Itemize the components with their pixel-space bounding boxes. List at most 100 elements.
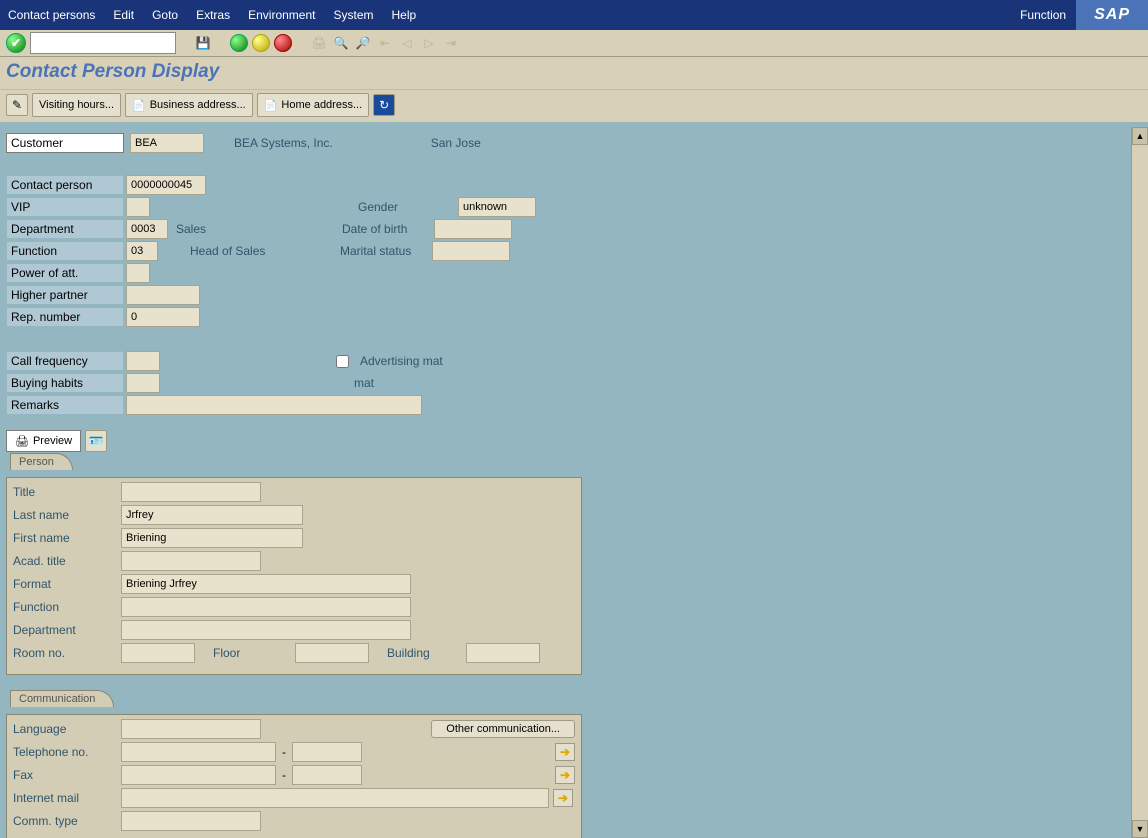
menu-bar: Contact persons Edit Goto Extras Environ… xyxy=(0,0,1148,30)
menu-contact-persons[interactable]: Contact persons xyxy=(8,8,95,22)
person-department-label: Department xyxy=(13,623,121,637)
change-icon[interactable]: ✎ xyxy=(6,94,28,116)
business-card-icon[interactable]: 🪪 xyxy=(85,430,107,452)
home-address-button[interactable]: 📄Home address... xyxy=(257,93,369,117)
menu-system[interactable]: System xyxy=(333,8,373,22)
menu-help[interactable]: Help xyxy=(392,8,417,22)
fax-label: Fax xyxy=(13,768,121,782)
save-icon[interactable]: 💾 xyxy=(194,34,212,52)
person-function-field[interactable] xyxy=(121,597,411,617)
preview-button[interactable]: 🖨Preview xyxy=(6,430,81,452)
vertical-scrollbar[interactable]: ▲ ▼ xyxy=(1131,127,1148,838)
telephone-field[interactable] xyxy=(121,742,276,762)
scroll-up-icon[interactable]: ▲ xyxy=(1132,127,1148,145)
acad-title-label: Acad. title xyxy=(13,554,121,568)
last-page-icon[interactable]: ⇥ xyxy=(442,34,460,52)
menu-edit[interactable]: Edit xyxy=(113,8,134,22)
person-department-field[interactable] xyxy=(121,620,411,640)
comm-type-label: Comm. type xyxy=(13,814,121,828)
fax-more-button[interactable]: ➔ xyxy=(555,766,575,784)
first-page-icon[interactable]: ⇤ xyxy=(376,34,394,52)
format-field[interactable]: Briening Jrfrey xyxy=(121,574,411,594)
arrow-right-icon: ➔ xyxy=(560,768,570,782)
gender-field[interactable]: unknown xyxy=(458,197,536,217)
communication-tab[interactable]: Communication xyxy=(10,690,114,707)
menu-extras[interactable]: Extras xyxy=(196,8,230,22)
floor-field[interactable] xyxy=(295,643,369,663)
menu-goto[interactable]: Goto xyxy=(152,8,178,22)
format-label: Format xyxy=(13,577,121,591)
prev-page-icon[interactable]: ◁ xyxy=(398,34,416,52)
first-name-label: First name xyxy=(13,531,121,545)
find-icon[interactable]: 🔍 xyxy=(332,34,350,52)
telephone-ext-field[interactable] xyxy=(292,742,362,762)
person-tab[interactable]: Person xyxy=(10,453,73,470)
remarks-field[interactable] xyxy=(126,395,422,415)
business-address-button[interactable]: 📄Business address... xyxy=(125,93,253,117)
vip-field[interactable] xyxy=(126,197,150,217)
poa-field[interactable] xyxy=(126,263,150,283)
menu-environment[interactable]: Environment xyxy=(248,8,315,22)
mail-more-button[interactable]: ➔ xyxy=(553,789,573,807)
title-field[interactable] xyxy=(121,482,261,502)
first-name-field[interactable]: Briening xyxy=(121,528,303,548)
rep-number-field[interactable]: 0 xyxy=(126,307,200,327)
enter-button[interactable]: ✔ xyxy=(6,33,26,53)
floor-label: Floor xyxy=(205,646,261,660)
arrow-right-icon: ➔ xyxy=(560,745,570,759)
contact-person-label: Contact person xyxy=(6,175,124,195)
find-next-icon[interactable]: 🔎 xyxy=(354,34,372,52)
refresh-icon[interactable]: ↻ xyxy=(373,94,395,116)
dash: - xyxy=(282,745,286,759)
person-group: Title Last nameJrfrey First nameBriening… xyxy=(6,477,582,675)
other-communication-button[interactable]: Other communication... xyxy=(431,720,575,738)
call-frequency-field[interactable] xyxy=(126,351,160,371)
company-name: BEA Systems, Inc. xyxy=(226,136,333,150)
buying-habits-field[interactable] xyxy=(126,373,160,393)
content-area: Customer BEA BEA Systems, Inc. San Jose … xyxy=(0,122,1148,838)
building-field[interactable] xyxy=(466,643,540,663)
next-page-icon[interactable]: ▷ xyxy=(420,34,438,52)
department-text: Sales xyxy=(168,222,206,236)
back-button[interactable] xyxy=(230,34,248,52)
standard-toolbar: ✔ 💾 🖨 🔍 🔎 ⇤ ◁ ▷ ⇥ xyxy=(0,30,1148,57)
customer-label: Customer xyxy=(6,133,124,153)
customer-field[interactable]: BEA xyxy=(130,133,204,153)
function-label: Function xyxy=(6,241,124,261)
function-field[interactable]: 03 xyxy=(126,241,158,261)
telephone-label: Telephone no. xyxy=(13,745,121,759)
person-function-label: Function xyxy=(13,600,121,614)
dash: - xyxy=(282,768,286,782)
contact-person-field[interactable]: 0000000045 xyxy=(126,175,206,195)
department-field[interactable]: 0003 xyxy=(126,219,168,239)
internet-mail-field[interactable] xyxy=(121,788,549,808)
language-field[interactable] xyxy=(121,719,261,739)
menu-function[interactable]: Function xyxy=(1020,8,1066,22)
acad-title-field[interactable] xyxy=(121,551,261,571)
scroll-down-icon[interactable]: ▼ xyxy=(1132,820,1148,838)
fax-ext-field[interactable] xyxy=(292,765,362,785)
higher-partner-label: Higher partner xyxy=(6,285,124,305)
page-title: Contact Person Display xyxy=(0,57,1148,89)
vip-label: VIP xyxy=(6,197,124,217)
buying-habits-label: Buying habits xyxy=(6,373,124,393)
higher-partner-field[interactable] xyxy=(126,285,200,305)
advertising-checkbox[interactable] xyxy=(336,355,349,368)
visiting-hours-button[interactable]: Visiting hours... xyxy=(32,93,121,117)
dob-field[interactable] xyxy=(434,219,512,239)
fax-field[interactable] xyxy=(121,765,276,785)
marital-field[interactable] xyxy=(432,241,510,261)
room-field[interactable] xyxy=(121,643,195,663)
telephone-more-button[interactable]: ➔ xyxy=(555,743,575,761)
room-label: Room no. xyxy=(13,646,121,660)
last-name-field[interactable]: Jrfrey xyxy=(121,505,303,525)
comm-type-field[interactable] xyxy=(121,811,261,831)
department-label: Department xyxy=(6,219,124,239)
command-field[interactable] xyxy=(30,32,176,54)
dob-label: Date of birth xyxy=(334,222,442,236)
print-icon[interactable]: 🖨 xyxy=(310,34,328,52)
exit-button[interactable] xyxy=(252,34,270,52)
company-city: San Jose xyxy=(423,136,481,150)
language-label: Language xyxy=(13,722,121,736)
cancel-button[interactable] xyxy=(274,34,292,52)
